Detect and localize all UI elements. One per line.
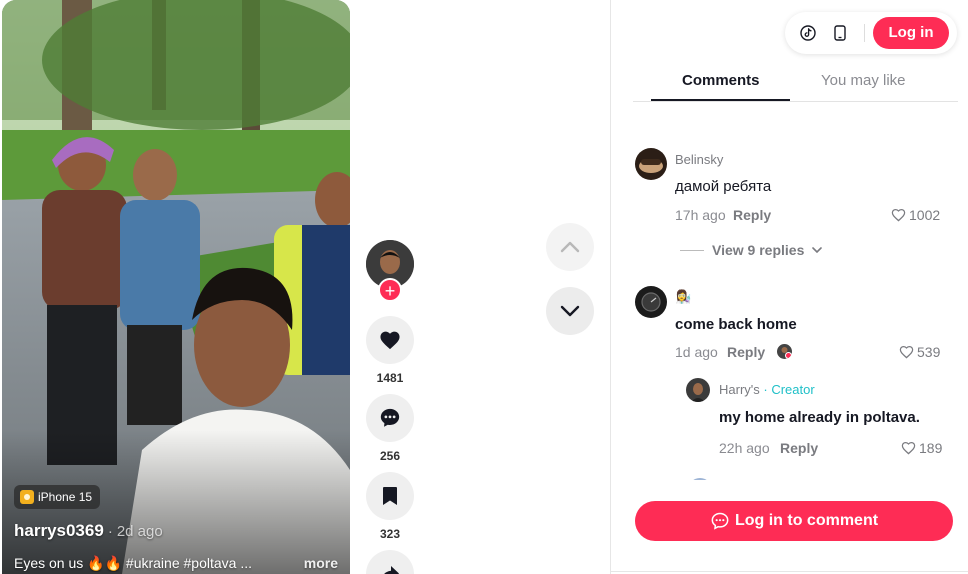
comment-like-count: 189 [919, 440, 943, 456]
comment-action: 256 [366, 394, 414, 463]
caption-row: Eyes on us 🔥🔥 #ukraine #poltava ... more [14, 555, 338, 572]
reply-author-name[interactable]: Harry's [719, 382, 760, 397]
more-button[interactable]: more [304, 555, 338, 572]
heart-outline-icon [901, 441, 916, 455]
reply-button[interactable]: Reply [727, 344, 765, 360]
view-replies-label: View 9 replies [712, 242, 805, 258]
tab-comments[interactable]: Comments [682, 72, 760, 89]
video-caption: Eyes on us 🔥🔥 #ukraine #poltava ... [14, 555, 252, 571]
share-action [366, 550, 414, 574]
login-to-comment-label: Log in to comment [734, 512, 879, 529]
comment-like-button[interactable]: 189 [901, 440, 942, 456]
chevron-down-icon [560, 305, 580, 317]
comment-like-button[interactable]: 1002 [891, 207, 940, 223]
save-count: 323 [379, 527, 401, 541]
like-action: 1481 [366, 316, 414, 385]
heart-outline-icon [899, 345, 914, 359]
chevron-up-icon [560, 241, 580, 253]
previous-video-button[interactable] [546, 223, 594, 271]
author-row: harrys0369 · 2d ago [14, 521, 163, 541]
camera-icon [20, 490, 34, 504]
comment-text: дамой ребята [675, 178, 772, 195]
commenter-name[interactable]: 👩‍🔬 [675, 289, 691, 305]
share-arrow-icon [384, 566, 399, 574]
tiktok-icon[interactable] [799, 24, 817, 42]
commenter-avatar[interactable] [635, 286, 667, 318]
comment-bubble-icon [380, 408, 400, 427]
creator-reply-avatar[interactable] [686, 378, 710, 402]
comment-text: come back home [675, 316, 797, 333]
commenter-name[interactable]: Belinsky [675, 152, 723, 167]
device-label: iPhone 15 [38, 490, 93, 504]
comment-bubble-icon [711, 512, 729, 530]
panel-divider [610, 0, 611, 574]
comment-like-count: 1002 [909, 207, 941, 223]
post-age: 2d ago [116, 523, 163, 540]
comment-time: 17h ago [675, 207, 726, 223]
page: iPhone 15 harrys0369 · 2d ago Eyes on us… [0, 0, 968, 574]
heart-outline-icon [891, 208, 906, 222]
bookmark-icon [383, 487, 397, 505]
view-replies-button[interactable]: View 9 replies [680, 242, 823, 258]
replies-line [680, 249, 704, 251]
save-button[interactable] [366, 472, 414, 520]
creator-tag: Creator [771, 382, 815, 397]
heart-icon [380, 331, 400, 350]
bottom-divider [611, 571, 968, 572]
reply-button[interactable]: Reply [733, 207, 771, 223]
reply-text: my home already in poltava. [719, 409, 920, 426]
panel-tabs: Comments You may like [633, 68, 958, 102]
comment-time: 1d ago [675, 344, 718, 360]
like-button[interactable] [366, 316, 414, 364]
header-separator [864, 24, 865, 42]
tab-you-may-like[interactable]: You may like [821, 72, 906, 89]
reply-button[interactable]: Reply [780, 440, 818, 456]
comment-button[interactable] [366, 394, 414, 442]
commenter-avatar[interactable] [635, 148, 667, 180]
comment-count: 256 [379, 449, 401, 463]
active-tab-indicator [651, 99, 790, 101]
creator-separator: · [759, 382, 772, 397]
next-reply-avatar [688, 478, 712, 480]
login-to-comment-button[interactable]: Log in to comment [635, 501, 953, 541]
device-badge: iPhone 15 [14, 485, 101, 509]
creator-liked-avatar [777, 344, 792, 359]
author-handle[interactable]: harrys0369 [14, 521, 104, 541]
header-actions: Log in [785, 12, 957, 54]
save-action: 323 [366, 472, 414, 541]
login-button[interactable]: Log in [873, 17, 949, 49]
comment-item: 👩‍🔬 come back home 1d ago Reply 539 [633, 280, 958, 370]
reply-time: 22h ago [719, 440, 770, 456]
video-player[interactable]: iPhone 15 harrys0369 · 2d ago Eyes on us… [2, 0, 350, 574]
reply-item: Harry's · Creator my home already in pol… [633, 376, 958, 466]
comment-list: Belinsky дамой ребята 17h ago Reply 1002… [633, 140, 958, 480]
comment-item: Belinsky дамой ребята 17h ago Reply 1002… [633, 140, 958, 265]
action-bar: + 1481 256 323 [366, 240, 414, 574]
reply-author: Harry's · Creator [719, 382, 815, 397]
chevron-down-icon [812, 247, 823, 253]
share-button[interactable] [366, 550, 414, 574]
separator: · [107, 523, 113, 540]
comment-like-button[interactable]: 539 [899, 344, 940, 360]
like-count: 1481 [376, 371, 404, 385]
next-video-button[interactable] [546, 287, 594, 335]
mobile-icon[interactable] [831, 24, 849, 42]
follow-button[interactable]: + [378, 278, 402, 302]
comment-like-count: 539 [917, 344, 941, 360]
